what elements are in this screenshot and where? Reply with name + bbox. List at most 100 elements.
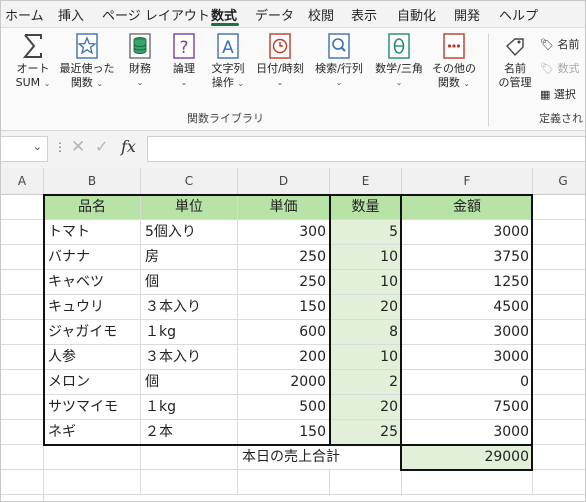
table-cell-item[interactable]: ネギ	[44, 420, 141, 445]
empty-cell[interactable]	[533, 245, 585, 270]
empty-cell[interactable]	[1, 445, 44, 470]
empty-cell[interactable]	[1, 245, 44, 270]
table-cell-quantity[interactable]: 20	[330, 295, 402, 320]
empty-cell[interactable]	[1, 320, 44, 345]
table-cell-unit[interactable]: ２本	[141, 420, 238, 445]
empty-cell[interactable]	[533, 220, 585, 245]
empty-cell[interactable]	[533, 420, 585, 445]
empty-cell[interactable]	[44, 470, 141, 495]
logical-button[interactable]: ? 論理 ⌄	[166, 32, 202, 90]
financial-button[interactable]: 財務 ⌄	[122, 32, 158, 90]
table-cell-amount[interactable]: 4500	[402, 295, 533, 320]
tab-insert[interactable]: 挿入	[58, 5, 84, 24]
table-cell-quantity[interactable]: 10	[330, 245, 402, 270]
table-cell-item[interactable]: サツマイモ	[44, 395, 141, 420]
empty-cell[interactable]	[533, 270, 585, 295]
table-cell-unit[interactable]: 5個入り	[141, 220, 238, 245]
table-cell-price[interactable]: 500	[238, 395, 330, 420]
table-cell-unit[interactable]: 房	[141, 245, 238, 270]
table-cell-unit[interactable]: １kg	[141, 395, 238, 420]
table-cell-amount[interactable]: 7500	[402, 395, 533, 420]
table-cell-amount[interactable]: 3750	[402, 245, 533, 270]
name-manager-button[interactable]: 名前 の管理	[495, 32, 535, 90]
define-name-button[interactable]: 🏷 名前	[540, 36, 579, 52]
empty-cell[interactable]	[533, 395, 585, 420]
table-cell-item[interactable]: バナナ	[44, 245, 141, 270]
table-cell-item[interactable]: キャベツ	[44, 270, 141, 295]
math-trig-button[interactable]: 数学/三角 ⌄	[371, 32, 427, 90]
tab-help[interactable]: ヘルプ	[499, 5, 538, 24]
chevron-down-icon[interactable]: ⌄	[33, 140, 42, 153]
autosum-button[interactable]: オート SUM ⌄	[13, 32, 53, 91]
table-cell-quantity[interactable]: 2	[330, 370, 402, 395]
empty-cell[interactable]	[330, 470, 402, 495]
empty-cell[interactable]	[1, 270, 44, 295]
tab-page-layout[interactable]: ページ レイアウト	[102, 5, 210, 24]
empty-cell[interactable]	[533, 320, 585, 345]
column-header-f[interactable]: F	[402, 168, 533, 195]
enter-check-icon[interactable]: ✓	[95, 137, 108, 156]
cancel-icon[interactable]: ✕	[71, 137, 85, 157]
empty-cell[interactable]	[1, 470, 44, 495]
tab-data[interactable]: データ	[255, 5, 294, 24]
empty-cell[interactable]	[44, 445, 141, 470]
table-cell-unit[interactable]: １kg	[141, 320, 238, 345]
insert-function-button[interactable]: fx	[121, 137, 136, 156]
column-header-g[interactable]: G	[533, 168, 585, 195]
create-from-selection-button[interactable]: ▦ 選択	[540, 86, 576, 102]
table-cell-item[interactable]: 人参	[44, 345, 141, 370]
empty-cell[interactable]	[141, 445, 238, 470]
text-functions-button[interactable]: A 文字列 操作 ⌄	[206, 32, 250, 91]
lookup-button[interactable]: 検索/行列 ⌄	[311, 32, 367, 90]
table-cell-unit[interactable]: ３本入り	[141, 295, 238, 320]
table-cell-unit[interactable]: 個	[141, 370, 238, 395]
tab-formulas[interactable]: 数式	[211, 5, 237, 24]
empty-cell[interactable]	[1, 420, 44, 445]
table-cell-price[interactable]: 250	[238, 270, 330, 295]
header-cell-quantity[interactable]: 数量	[330, 195, 402, 220]
empty-cell[interactable]	[1, 220, 44, 245]
empty-cell[interactable]	[1, 195, 44, 220]
empty-cell[interactable]	[533, 470, 585, 495]
empty-cell[interactable]	[533, 195, 585, 220]
table-cell-price[interactable]: 150	[238, 420, 330, 445]
tab-review[interactable]: 校閲	[308, 5, 334, 24]
header-cell-amount[interactable]: 金額	[402, 195, 533, 220]
column-header-d[interactable]: D	[238, 168, 330, 195]
table-cell-unit[interactable]: ３本入り	[141, 345, 238, 370]
table-cell-quantity[interactable]: 5	[330, 220, 402, 245]
table-cell-item[interactable]: トマト	[44, 220, 141, 245]
table-cell-item[interactable]: ジャガイモ	[44, 320, 141, 345]
empty-cell[interactable]	[533, 370, 585, 395]
column-header-b[interactable]: B	[44, 168, 141, 195]
header-cell-item[interactable]: 品名	[44, 195, 141, 220]
table-cell-amount[interactable]: 3000	[402, 420, 533, 445]
table-cell-quantity[interactable]: 10	[330, 270, 402, 295]
table-cell-quantity[interactable]: 8	[330, 320, 402, 345]
table-cell-amount[interactable]: 3000	[402, 345, 533, 370]
name-box[interactable]: ⌄	[1, 136, 48, 162]
table-cell-unit[interactable]: 個	[141, 270, 238, 295]
table-cell-quantity[interactable]: 20	[330, 395, 402, 420]
datetime-button[interactable]: 日付/時刻 ⌄	[253, 32, 307, 90]
tab-developer[interactable]: 開発	[454, 5, 480, 24]
header-cell-price[interactable]: 単価	[238, 195, 330, 220]
column-header-a[interactable]: A	[1, 168, 44, 195]
total-value-cell[interactable]: 29000	[402, 445, 533, 470]
empty-cell[interactable]	[238, 470, 330, 495]
table-cell-price[interactable]: 600	[238, 320, 330, 345]
empty-cell[interactable]	[1, 345, 44, 370]
more-functions-button[interactable]: その他の 関数 ⌄	[430, 32, 478, 91]
recent-functions-button[interactable]: 最近使った 関数 ⌄	[57, 32, 117, 91]
tab-view[interactable]: 表示	[351, 5, 377, 24]
header-cell-unit[interactable]: 単位	[141, 195, 238, 220]
table-cell-amount[interactable]: 3000	[402, 220, 533, 245]
column-header-c[interactable]: C	[141, 168, 238, 195]
empty-cell[interactable]	[533, 295, 585, 320]
table-cell-price[interactable]: 200	[238, 345, 330, 370]
use-in-formula-button[interactable]: 🏷 数式	[540, 60, 579, 76]
empty-cell[interactable]	[533, 495, 585, 501]
table-cell-quantity[interactable]: 10	[330, 345, 402, 370]
empty-cell[interactable]	[1, 295, 44, 320]
table-cell-item[interactable]: キュウリ	[44, 295, 141, 320]
